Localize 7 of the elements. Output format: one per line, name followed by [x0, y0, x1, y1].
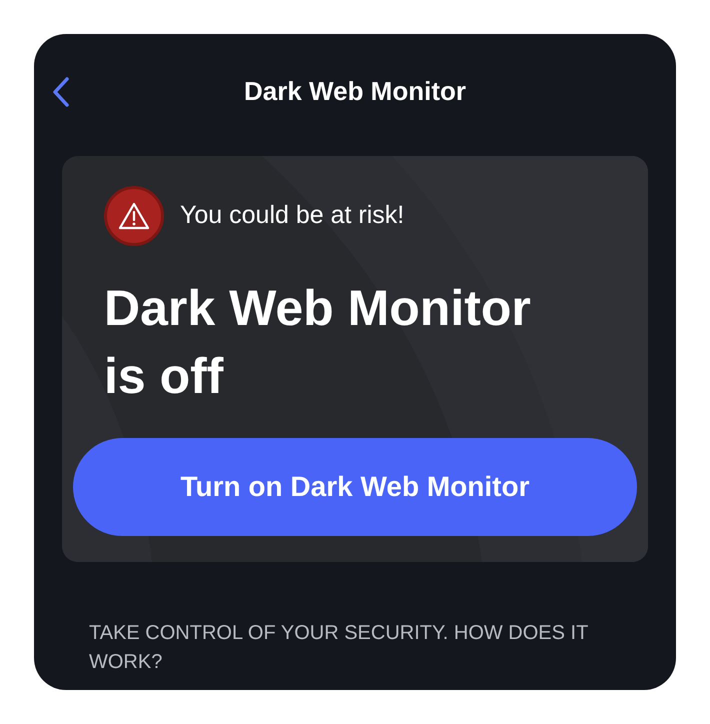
turn-on-button[interactable]: Turn on Dark Web Monitor	[73, 438, 637, 536]
status-headline: Dark Web Monitor is off	[104, 279, 532, 406]
screen-title: Dark Web Monitor	[244, 74, 466, 108]
warning-icon	[118, 202, 150, 230]
back-icon	[52, 76, 70, 108]
risk-warning: You could be at risk!	[180, 200, 404, 232]
info-link[interactable]: TAKE CONTROL OF YOUR SECURITY. HOW DOES IT WORK?	[89, 619, 621, 677]
